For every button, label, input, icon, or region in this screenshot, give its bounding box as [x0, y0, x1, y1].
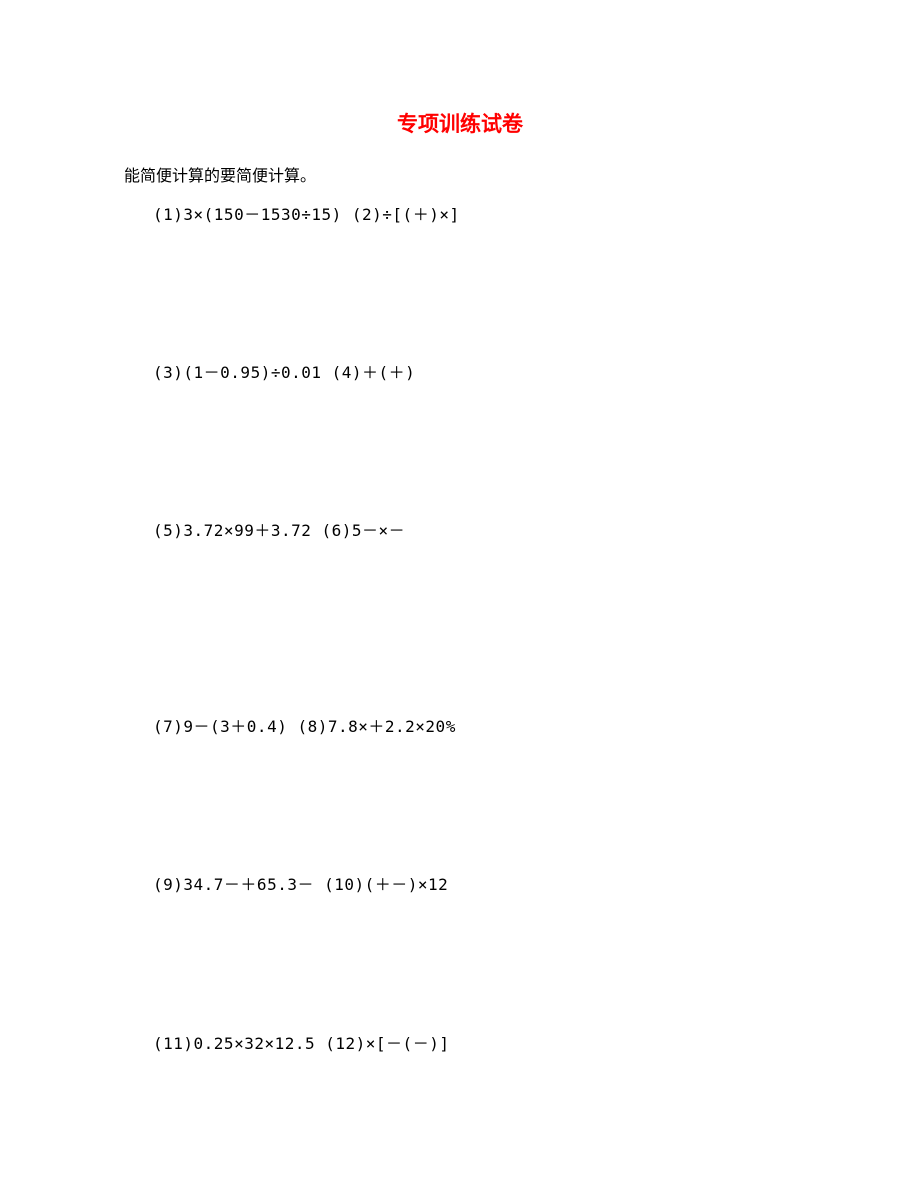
problem-row-1: (1)3×(150－1530÷15) (2)÷[(＋)×]: [153, 201, 460, 225]
problem-row-6: (11)0.25×32×12.5 (12)×[－(－)]: [153, 1030, 449, 1054]
problem-row-3: (5)3.72×99＋3.72 (6)5－×－: [153, 517, 405, 541]
instruction-text: 能简便计算的要简便计算。: [124, 162, 316, 186]
document-title: 专项训练试卷: [0, 108, 920, 138]
problem-row-5: (9)34.7－＋65.3－ (10)(＋－)×12: [153, 871, 448, 895]
problem-row-2: (3)(1－0.95)÷0.01 (4)＋(＋): [153, 359, 415, 383]
problem-row-4: (7)9－(3＋0.4) (8)7.8×＋2.2×20%: [153, 713, 456, 737]
